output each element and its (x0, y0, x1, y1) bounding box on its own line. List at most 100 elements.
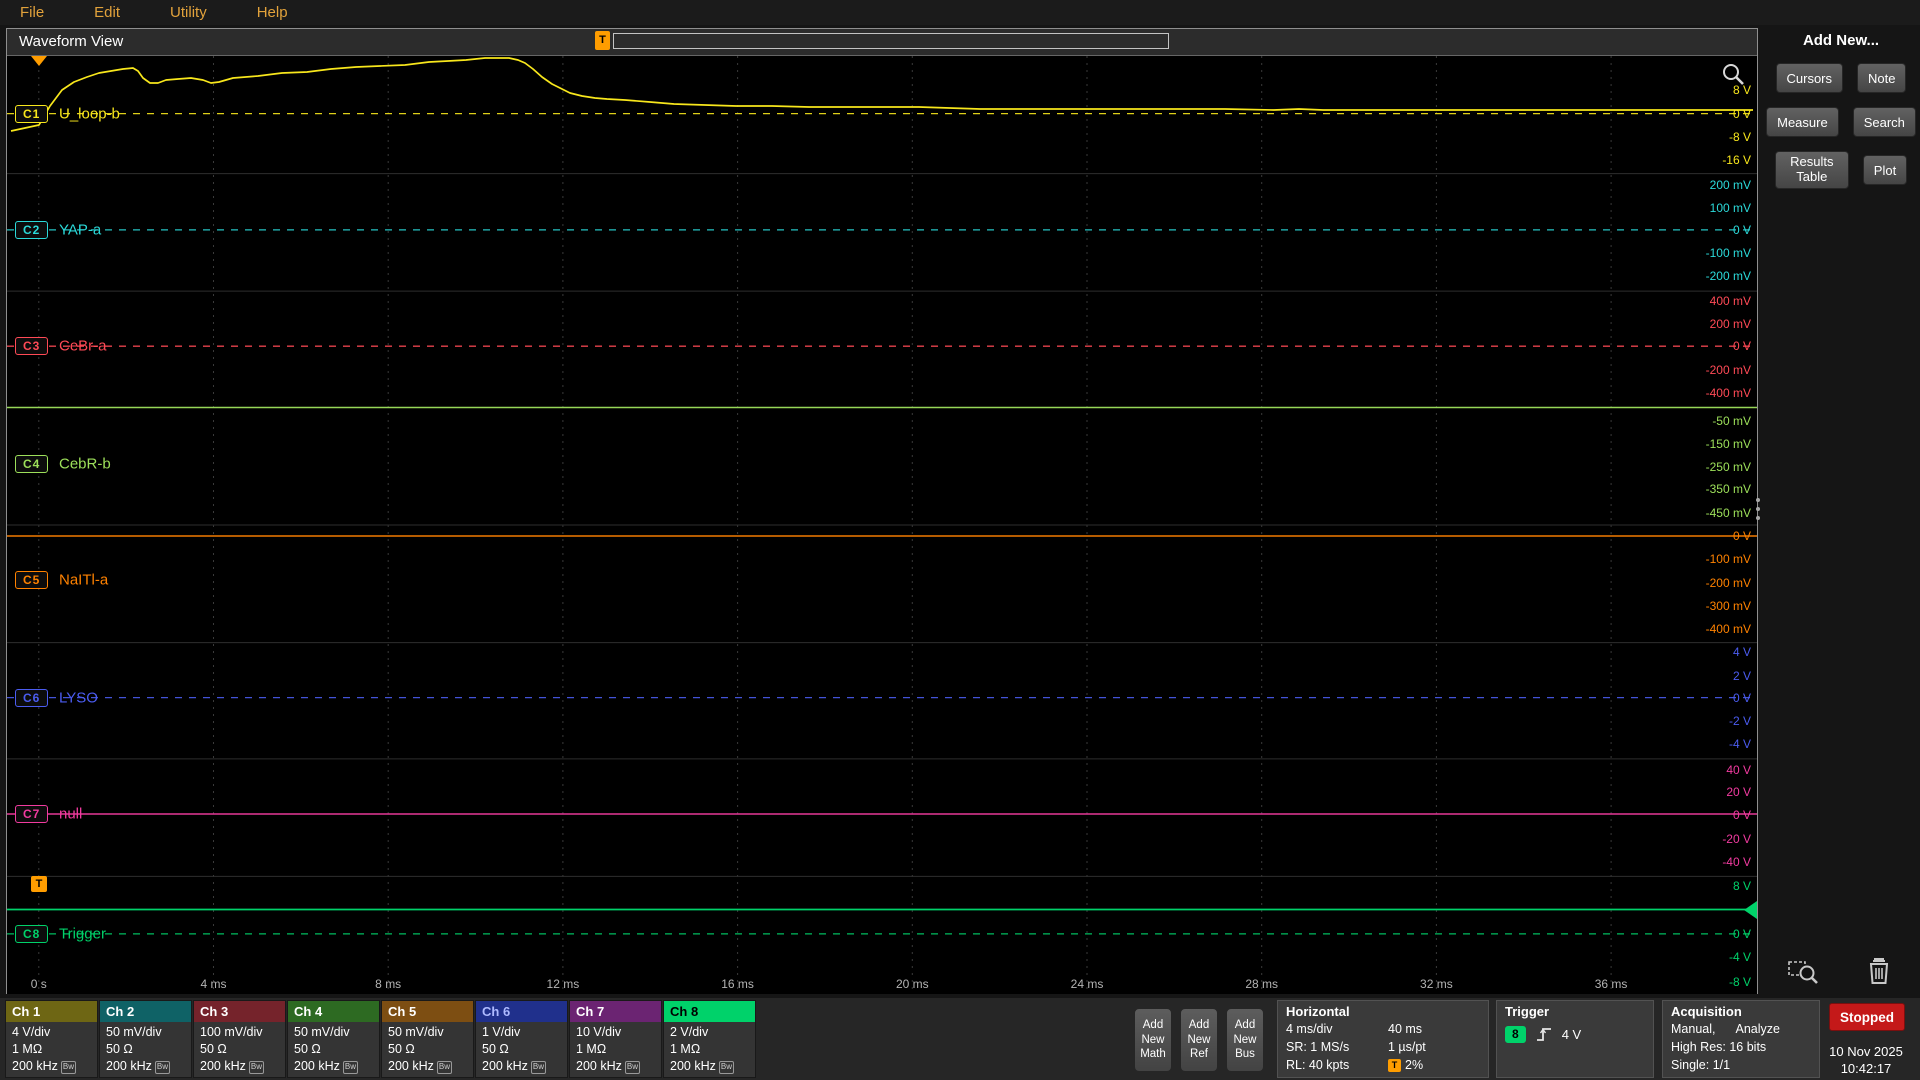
waveform-view-header: Waveform View T (7, 29, 1757, 56)
scale-label-c4-0: -50 mV (1712, 414, 1751, 428)
menu-help[interactable]: Help (257, 4, 288, 21)
trigger-level-arrow[interactable] (1744, 901, 1757, 919)
bandwidth-limit-icon: Bw (437, 1061, 452, 1074)
channel-label-c2[interactable]: YAP-a (59, 221, 101, 238)
bandwidth-limit-icon: Bw (625, 1061, 640, 1074)
channel-badge-header-ch1: Ch 1 (6, 1001, 97, 1022)
add-new-math-button[interactable]: AddNewMath (1134, 1008, 1172, 1072)
add-results-table-button[interactable]: Results Table (1775, 151, 1849, 189)
time-value: 10:42:17 (1812, 1061, 1920, 1078)
trigger-panel[interactable]: Trigger 8 4 V (1496, 1000, 1654, 1078)
bandwidth-limit-icon: Bw (249, 1061, 264, 1074)
channel-badge-c2[interactable]: C2 (15, 221, 48, 239)
record-length: RL: 40 kpts (1286, 1057, 1388, 1075)
time-label-6: 24 ms (1071, 977, 1104, 991)
channel-badge-body-ch5: 50 mV/div50 Ω200 kHzBw (382, 1022, 473, 1075)
delete-button[interactable] (1862, 955, 1896, 992)
time-label-5: 20 ms (896, 977, 929, 991)
trigger-position-triangle[interactable] (31, 56, 47, 66)
add-note-button[interactable]: Note (1857, 63, 1906, 93)
channel-label-c4[interactable]: CebR-b (59, 455, 111, 472)
channel-label-c3[interactable]: CeBr-a (59, 338, 107, 355)
channel-badge-c6[interactable]: C6 (15, 689, 48, 707)
zoom-overview-icon[interactable] (1721, 62, 1747, 88)
channel-settings-badge-ch6[interactable]: Ch 61 V/div50 Ω200 kHzBw (475, 1000, 568, 1078)
trigger-position-flag[interactable]: T (595, 31, 610, 50)
trash-icon (1862, 955, 1896, 989)
menu-file[interactable]: File (20, 4, 44, 21)
acquisition-panel-title: Acquisition (1671, 1004, 1811, 1019)
scale-label-c4-3: -350 mV (1706, 482, 1751, 496)
menu-bar: File Edit Utility Help (0, 0, 1920, 25)
channel-label-c8[interactable]: Trigger (59, 925, 106, 942)
channel-badge-c8[interactable]: C8 (15, 925, 48, 943)
scale-label-c3-3: -200 mV (1706, 363, 1751, 377)
menu-edit[interactable]: Edit (94, 4, 120, 21)
trigger-position-icon: T (1388, 1059, 1401, 1072)
scale-label-c5-0: 0 V (1733, 529, 1751, 543)
channel-badge-c1[interactable]: C1 (15, 105, 48, 123)
channel-settings-badge-ch8[interactable]: Ch 82 V/div1 MΩ200 kHzBw (663, 1000, 756, 1078)
add-cursors-button[interactable]: Cursors (1776, 63, 1844, 93)
channel-badge-body-ch8: 2 V/div1 MΩ200 kHzBw (664, 1022, 755, 1075)
channel-badge-c7[interactable]: C7 (15, 805, 48, 823)
bandwidth-limit-icon: Bw (719, 1061, 734, 1074)
run-stop-status-button[interactable]: Stopped (1829, 1003, 1905, 1031)
scale-label-c7-0: 40 V (1726, 763, 1751, 777)
add-new-ref-button[interactable]: AddNewRef (1180, 1008, 1218, 1072)
channel-label-c7[interactable]: null (59, 805, 82, 822)
channel-badge-header-ch4: Ch 4 (288, 1001, 379, 1022)
acquisition-single: Single: 1/1 (1671, 1057, 1730, 1075)
channel-settings-badge-ch3[interactable]: Ch 3100 mV/div50 Ω200 kHzBw (193, 1000, 286, 1078)
channel-label-c6[interactable]: LYSO (59, 689, 98, 706)
channel-badge-c4[interactable]: C4 (15, 455, 48, 473)
scale-label-c1-3: -16 V (1722, 153, 1751, 167)
scale-label-c8-1: 0 V (1733, 927, 1751, 941)
channel-label-c1[interactable]: U_loop-b (59, 105, 120, 122)
scale-label-c2-2: 0 V (1733, 223, 1751, 237)
add-plot-button[interactable]: Plot (1863, 155, 1907, 185)
zoom-mode-button[interactable] (1784, 955, 1822, 992)
channel-settings-badge-ch7[interactable]: Ch 710 V/div1 MΩ200 kHzBw (569, 1000, 662, 1078)
scale-label-c4-2: -250 mV (1706, 460, 1751, 474)
channel-badge-c3[interactable]: C3 (15, 337, 48, 355)
scale-label-c7-2: 0 V (1733, 808, 1751, 822)
acquisition-panel[interactable]: Acquisition Manual, Analyze High Res: 16… (1662, 1000, 1820, 1078)
channel-badge-header-ch7: Ch 7 (570, 1001, 661, 1022)
channel-settings-badge-ch2[interactable]: Ch 250 mV/div50 Ω200 kHzBw (99, 1000, 192, 1078)
horizontal-panel[interactable]: Horizontal 4 ms/div40 ms SR: 1 MS/s1 µs/… (1277, 1000, 1489, 1078)
scale-label-c5-3: -300 mV (1706, 599, 1751, 613)
channel-badge-c5[interactable]: C5 (15, 571, 48, 589)
channel-label-c5[interactable]: NaITl-a (59, 572, 108, 589)
scale-label-c1-2: -8 V (1729, 130, 1751, 144)
channel-settings-badge-ch1[interactable]: Ch 14 V/div1 MΩ200 kHzBw (5, 1000, 98, 1078)
bandwidth-limit-icon: Bw (531, 1061, 546, 1074)
horizontal-record-view-bar[interactable] (613, 33, 1169, 49)
waveform-view-window: Waveform View T C1U_loop-b8 V0 V-8 V-16 … (6, 28, 1758, 994)
acquisition-analyze: Analyze (1735, 1021, 1779, 1039)
scale-label-c5-4: -400 mV (1706, 622, 1751, 636)
menu-utility[interactable]: Utility (170, 4, 207, 21)
trigger-source-marker[interactable]: T (31, 876, 47, 892)
datetime-display: 10 Nov 2025 10:42:17 (1812, 1044, 1920, 1078)
trigger-position-percent: 2% (1405, 1057, 1423, 1075)
scale-label-c6-3: -2 V (1729, 714, 1751, 728)
horizontal-scale: 4 ms/div (1286, 1021, 1388, 1039)
channel-badge-body-ch6: 1 V/div50 Ω200 kHzBw (476, 1022, 567, 1075)
channel-settings-badge-ch5[interactable]: Ch 550 mV/div50 Ω200 kHzBw (381, 1000, 474, 1078)
add-new-title: Add New... (1762, 32, 1920, 49)
scale-label-c1-1: 0 V (1733, 107, 1751, 121)
time-label-4: 16 ms (721, 977, 754, 991)
waveform-view-title: Waveform View (19, 33, 123, 50)
scale-label-c3-2: 0 V (1733, 339, 1751, 353)
trigger-source-badge: 8 (1505, 1026, 1526, 1043)
channel-settings-badge-ch4[interactable]: Ch 450 mV/div50 Ω200 kHzBw (287, 1000, 380, 1078)
add-search-button[interactable]: Search (1853, 107, 1916, 137)
channel-badge-body-ch4: 50 mV/div50 Ω200 kHzBw (288, 1022, 379, 1075)
scale-label-c4-4: -450 mV (1706, 506, 1751, 520)
channel-badge-body-ch3: 100 mV/div50 Ω200 kHzBw (194, 1022, 285, 1075)
add-new-bus-button[interactable]: AddNewBus (1226, 1008, 1264, 1072)
panel-resize-handle[interactable] (1753, 498, 1763, 520)
add-measure-button[interactable]: Measure (1766, 107, 1839, 137)
waveform-plot[interactable]: C1U_loop-b8 V0 V-8 V-16 VC2YAP-a200 mV10… (7, 56, 1757, 994)
